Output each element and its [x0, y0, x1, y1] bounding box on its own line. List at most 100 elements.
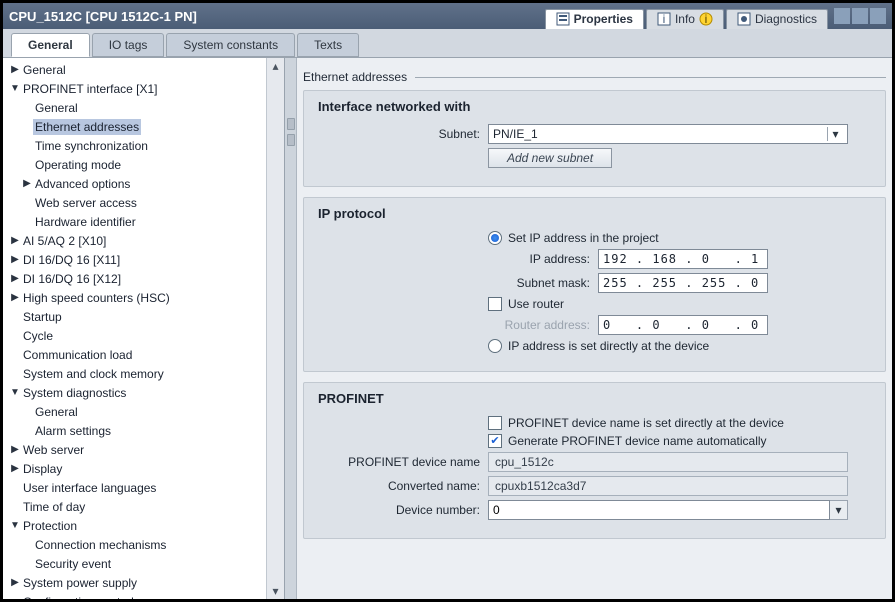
tree-item[interactable]: Web server access: [7, 193, 266, 212]
tree-item[interactable]: Time of day: [7, 497, 266, 516]
checkbox-use-router-label: Use router: [508, 297, 564, 311]
profinet-devname-field[interactable]: cpu_1512c: [488, 452, 848, 472]
radio-set-at-device[interactable]: [488, 339, 502, 353]
tree-item[interactable]: ▶Display: [7, 459, 266, 478]
tree-collapse-icon[interactable]: ▼: [9, 387, 21, 398]
splitter-handle-icon[interactable]: [287, 134, 295, 146]
tree-expand-icon[interactable]: ▶: [9, 235, 21, 246]
checkbox-devname-auto[interactable]: [488, 434, 502, 448]
inspector-tab-info[interactable]: i Info i: [646, 9, 724, 29]
inspector-tab-diagnostics-label: Diagnostics: [755, 12, 817, 26]
inspector-tab-properties[interactable]: Properties: [545, 9, 644, 29]
inspector-tab-info-label: Info: [675, 12, 695, 26]
tab-system-constants[interactable]: System constants: [166, 33, 295, 57]
tree-item[interactable]: Ethernet addresses: [7, 117, 266, 136]
tree-item[interactable]: Connection mechanisms: [7, 535, 266, 554]
subnet-mask-label: Subnet mask:: [318, 276, 598, 290]
tree-item[interactable]: General: [7, 402, 266, 421]
window-title: CPU_1512C [CPU 1512C-1 PN]: [9, 9, 197, 24]
tree-item[interactable]: ▶Web server: [7, 440, 266, 459]
tree-item-label: High speed counters (HSC): [21, 290, 172, 306]
tree-item[interactable]: System and clock memory: [7, 364, 266, 383]
tabstrip: General IO tags System constants Texts: [3, 29, 892, 58]
tree-item-label: Alarm settings: [33, 423, 113, 439]
chevron-down-icon[interactable]: ▾: [827, 127, 843, 141]
tree-expand-icon[interactable]: ▶: [21, 178, 33, 189]
nav-tree[interactable]: ▶General▼PROFINET interface [X1]GeneralE…: [3, 58, 266, 599]
checkbox-use-router[interactable]: [488, 297, 502, 311]
pin-icon[interactable]: [870, 8, 886, 24]
tab-general[interactable]: General: [11, 33, 90, 57]
tree-item[interactable]: ▼Protection: [7, 516, 266, 535]
tree-item-label: User interface languages: [21, 480, 158, 496]
tree-item[interactable]: ▶High speed counters (HSC): [7, 288, 266, 307]
panel-title: PROFINET: [318, 391, 875, 406]
tree-item[interactable]: Startup: [7, 307, 266, 326]
tree-item[interactable]: ▶AI 5/AQ 2 [X10]: [7, 231, 266, 250]
titlebar: CPU_1512C [CPU 1512C-1 PN] Properties i …: [3, 3, 892, 29]
chevron-down-icon[interactable]: ▾: [830, 500, 848, 520]
scroll-up-icon[interactable]: ▴: [267, 58, 284, 74]
tree-item-label: Connection mechanisms: [33, 537, 168, 553]
nav-tree-pane: ▶General▼PROFINET interface [X1]GeneralE…: [3, 58, 285, 599]
checkbox-devname-direct[interactable]: [488, 416, 502, 430]
tree-collapse-icon[interactable]: ▼: [9, 520, 21, 531]
router-address-label: Router address:: [318, 318, 598, 332]
tree-item[interactable]: ▶System power supply: [7, 573, 266, 592]
ip-address-label: IP address:: [318, 252, 598, 266]
tree-item[interactable]: ▼System diagnostics: [7, 383, 266, 402]
tree-item[interactable]: Configuration control: [7, 592, 266, 599]
device-number-combo[interactable]: ▾: [488, 500, 848, 520]
radio-set-in-project[interactable]: [488, 231, 502, 245]
inspector-tab-properties-label: Properties: [574, 12, 633, 26]
subnet-mask-field[interactable]: [598, 273, 768, 293]
device-number-input[interactable]: [488, 500, 830, 520]
tree-item[interactable]: General: [7, 98, 266, 117]
panel-ip-protocol: IP protocol Set IP address in the projec…: [303, 197, 886, 372]
inspector-tabs: Properties i Info i Diagnostics: [545, 3, 828, 29]
add-subnet-button[interactable]: Add new subnet: [488, 148, 612, 168]
profinet-devname-label: PROFINET device name: [318, 455, 488, 469]
tree-item[interactable]: ▶General: [7, 60, 266, 79]
tree-expand-icon[interactable]: ▶: [9, 64, 21, 75]
tree-item[interactable]: Cycle: [7, 326, 266, 345]
tree-expand-icon[interactable]: ▶: [9, 292, 21, 303]
tree-collapse-icon[interactable]: ▼: [9, 83, 21, 94]
expand-icon[interactable]: [852, 8, 868, 24]
tree-item[interactable]: ▼PROFINET interface [X1]: [7, 79, 266, 98]
tree-item[interactable]: Time synchronization: [7, 136, 266, 155]
collapse-icon[interactable]: [834, 8, 850, 24]
subnet-combo[interactable]: PN/IE_1 ▾: [488, 124, 848, 144]
tree-expand-icon[interactable]: ▶: [9, 254, 21, 265]
tree-item[interactable]: Hardware identifier: [7, 212, 266, 231]
tree-item[interactable]: Security event: [7, 554, 266, 573]
tree-expand-icon[interactable]: ▶: [9, 444, 21, 455]
tree-item[interactable]: ▶DI 16/DQ 16 [X11]: [7, 250, 266, 269]
scroll-down-icon[interactable]: ▾: [267, 583, 284, 599]
tree-expand-icon[interactable]: ▶: [9, 577, 21, 588]
nav-scrollbar[interactable]: ▴ ▾: [266, 58, 284, 599]
device-number-label: Device number:: [318, 503, 488, 517]
tree-expand-icon[interactable]: ▶: [9, 273, 21, 284]
tree-item-label: Startup: [21, 309, 64, 325]
splitter-handle-icon[interactable]: [287, 118, 295, 130]
tree-item[interactable]: ▶DI 16/DQ 16 [X12]: [7, 269, 266, 288]
tab-io-tags[interactable]: IO tags: [92, 33, 165, 57]
converted-name-label: Converted name:: [318, 479, 488, 493]
tree-item-label: DI 16/DQ 16 [X11]: [21, 252, 122, 268]
ip-address-field[interactable]: [598, 249, 768, 269]
inspector-tab-diagnostics[interactable]: Diagnostics: [726, 9, 828, 29]
tree-item[interactable]: Communication load: [7, 345, 266, 364]
router-address-field: [598, 315, 768, 335]
tree-item-label: System diagnostics: [21, 385, 128, 401]
tree-expand-icon[interactable]: ▶: [9, 463, 21, 474]
tab-texts[interactable]: Texts: [297, 33, 359, 57]
tree-item-label: Web server: [21, 442, 86, 458]
tree-item[interactable]: ▶Advanced options: [7, 174, 266, 193]
tree-item[interactable]: Alarm settings: [7, 421, 266, 440]
tree-item[interactable]: Operating mode: [7, 155, 266, 174]
tree-item-label: DI 16/DQ 16 [X12]: [21, 271, 123, 287]
checkbox-devname-direct-label: PROFINET device name is set directly at …: [508, 416, 784, 430]
splitter-gutter[interactable]: [285, 58, 297, 599]
tree-item[interactable]: User interface languages: [7, 478, 266, 497]
